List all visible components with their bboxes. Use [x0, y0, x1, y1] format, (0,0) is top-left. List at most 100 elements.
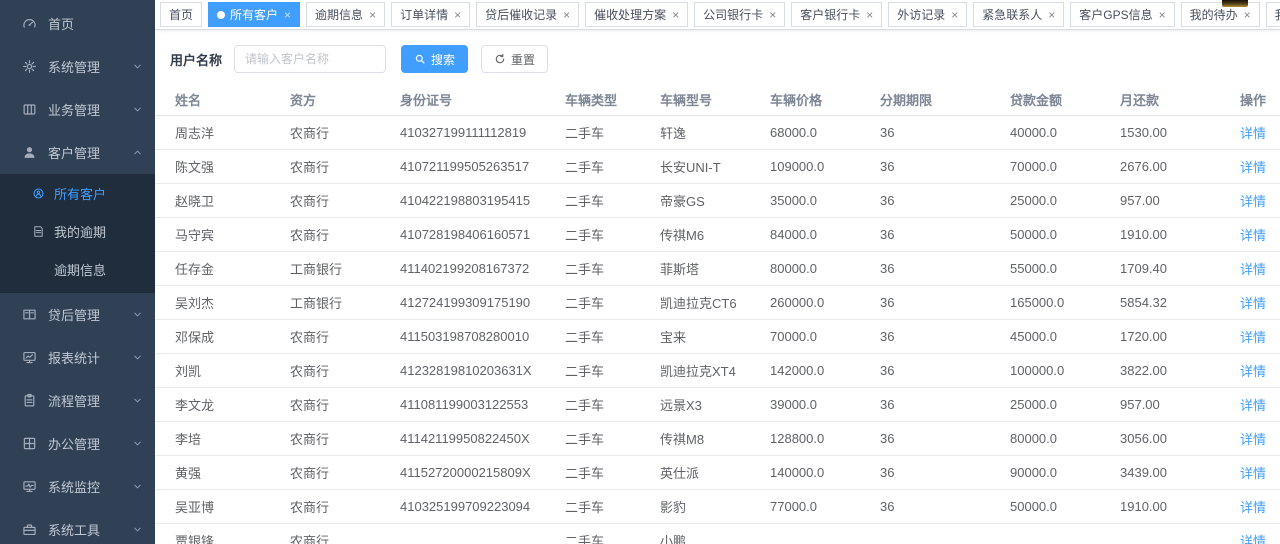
customers-icon: [32, 187, 45, 200]
sidebar-item-system-tools[interactable]: 系统工具: [0, 508, 155, 544]
chevron-down-icon: [132, 104, 143, 115]
detail-link[interactable]: 详情: [1240, 126, 1266, 141]
close-icon[interactable]: ×: [369, 10, 376, 20]
sidebar-item-business-mgmt[interactable]: 业务管理: [0, 88, 155, 131]
cell-vehicle-type: 二手车: [565, 183, 660, 217]
tab-home[interactable]: 首页: [160, 2, 202, 27]
tab-all-customers[interactable]: 所有客户×: [208, 2, 300, 27]
tab-label: 贷后催收记录: [485, 6, 557, 23]
reset-button[interactable]: 重置: [481, 45, 548, 73]
cell-id-number: 411503198708280010: [400, 319, 565, 353]
tab-label: 外访记录: [897, 6, 945, 23]
cell-actions: 详情: [1230, 183, 1280, 217]
tab-emergency-contacts[interactable]: 紧急联系人×: [973, 2, 1064, 27]
table-row: 刘凯农商行41232819810203631X二手车凯迪拉克XT4142000.…: [155, 353, 1280, 387]
tab-label: 我的流程: [1275, 6, 1280, 23]
cell-vehicle-type: 二手车: [565, 387, 660, 421]
cell-vehicle-model: 小鹏: [660, 523, 770, 544]
cell-vehicle-price: 39000.0: [770, 387, 880, 421]
table-row: 李文龙农商行411081199003122553二手车远景X339000.036…: [155, 387, 1280, 421]
chevron-down-icon: [132, 438, 143, 449]
loan-doc-icon: [22, 307, 37, 322]
cell-actions: 详情: [1230, 319, 1280, 353]
detail-link[interactable]: 详情: [1240, 398, 1266, 413]
tab-visit-records[interactable]: 外访记录 ×: [888, 2, 967, 27]
tab-overdue-info[interactable]: 逾期信息×: [306, 2, 385, 27]
cell-id-number: 410721199505263517: [400, 149, 565, 183]
sidebar-item-system-monitor[interactable]: 系统监控: [0, 465, 155, 508]
overdue-doc-icon: [32, 225, 45, 238]
detail-link[interactable]: 详情: [1240, 432, 1266, 447]
cell-id-number: 41232819810203631X: [400, 353, 565, 387]
customers-table: 姓名资方身份证号车辆类型车辆型号车辆价格分期期限贷款金额月还款操作 周志洋农商行…: [155, 85, 1280, 544]
tab-collection-plan[interactable]: 催收处理方案×: [585, 2, 688, 27]
reset-button-label: 重置: [511, 51, 535, 68]
search-button[interactable]: 搜索: [401, 45, 468, 73]
cell-id-number: 410422198803195415: [400, 183, 565, 217]
detail-link[interactable]: 详情: [1240, 262, 1266, 277]
cell-vehicle-model: 轩逸: [660, 115, 770, 149]
sidebar-item-label: 业务管理: [48, 100, 132, 119]
close-icon[interactable]: ×: [951, 10, 958, 20]
cell-funder: 农商行: [290, 353, 400, 387]
sidebar-item-my-overdue[interactable]: 我的逾期: [0, 212, 155, 250]
customer-name-input[interactable]: [234, 45, 386, 73]
tab-label: 客户GPS信息: [1079, 6, 1152, 23]
cell-id-number: 410325199709223094: [400, 489, 565, 523]
cell-loan-amount: 50000.0: [1010, 489, 1120, 523]
sidebar-item-loan-mgmt[interactable]: 贷后管理: [0, 293, 155, 336]
detail-link[interactable]: 详情: [1240, 194, 1266, 209]
dashboard-icon: [22, 16, 37, 31]
cell-id-number: 41152720000215809X: [400, 455, 565, 489]
sidebar-item-home[interactable]: 首页: [0, 2, 155, 45]
tab-customer-gps[interactable]: 客户GPS信息 ×: [1070, 2, 1174, 27]
close-icon[interactable]: ×: [1244, 10, 1251, 20]
search-button-label: 搜索: [431, 51, 455, 68]
detail-link[interactable]: 详情: [1240, 330, 1266, 345]
sidebar-item-office-mgmt[interactable]: 办公管理: [0, 422, 155, 465]
close-icon[interactable]: ×: [672, 10, 679, 20]
close-icon[interactable]: ×: [454, 10, 461, 20]
sidebar-item-system-mgmt[interactable]: 系统管理: [0, 45, 155, 88]
cell-vehicle-type: 二手车: [565, 319, 660, 353]
cell-vehicle-type: 二手车: [565, 523, 660, 544]
detail-link[interactable]: 详情: [1240, 500, 1266, 515]
detail-link[interactable]: 详情: [1240, 364, 1266, 379]
detail-link[interactable]: 详情: [1240, 228, 1266, 243]
cell-vehicle-model: 英仕派: [660, 455, 770, 489]
tab-label: 我的待办: [1190, 6, 1238, 23]
cell-name: 刘凯: [155, 353, 290, 387]
detail-link[interactable]: 详情: [1240, 534, 1266, 544]
cell-monthly-payment: 3439.00: [1120, 455, 1230, 489]
sidebar-item-report-stats[interactable]: 报表统计: [0, 336, 155, 379]
tab-customer-bank-card[interactable]: 客户银行卡×: [791, 2, 882, 27]
cell-monthly-payment: 1910.00: [1120, 489, 1230, 523]
close-icon[interactable]: ×: [769, 10, 776, 20]
cell-vehicle-model: 凯迪拉克XT4: [660, 353, 770, 387]
close-icon[interactable]: ×: [866, 10, 873, 20]
sidebar-item-overdue-info[interactable]: 逾期信息: [0, 250, 155, 288]
column-header-name: 姓名: [155, 85, 290, 115]
detail-link[interactable]: 详情: [1240, 466, 1266, 481]
cell-installment-term: 36: [880, 183, 1010, 217]
cell-actions: 详情: [1230, 523, 1280, 544]
refresh-icon: [494, 53, 506, 65]
tab-collection-records[interactable]: 贷后催收记录 ×: [476, 2, 579, 27]
detail-link[interactable]: 详情: [1240, 160, 1266, 175]
tab-my-process[interactable]: 我的流程×: [1266, 2, 1280, 27]
close-icon[interactable]: ×: [284, 10, 291, 20]
sidebar-item-label: 我的逾期: [54, 222, 143, 241]
close-icon[interactable]: ×: [1159, 10, 1166, 20]
sidebar-item-customer-mgmt[interactable]: 客户管理: [0, 131, 155, 174]
close-icon[interactable]: ×: [563, 10, 570, 20]
close-icon[interactable]: ×: [1048, 10, 1055, 20]
cell-loan-amount: 40000.0: [1010, 115, 1120, 149]
detail-link[interactable]: 详情: [1240, 296, 1266, 311]
sidebar-item-all-customers[interactable]: 所有客户: [0, 174, 155, 212]
cell-name: 黄强: [155, 455, 290, 489]
cell-loan-amount: 70000.0: [1010, 149, 1120, 183]
tab-company-bank-card[interactable]: 公司银行卡×: [694, 2, 785, 27]
cell-actions: 详情: [1230, 149, 1280, 183]
sidebar-item-process-mgmt[interactable]: 流程管理: [0, 379, 155, 422]
tab-order-detail[interactable]: 订单详情×: [391, 2, 470, 27]
